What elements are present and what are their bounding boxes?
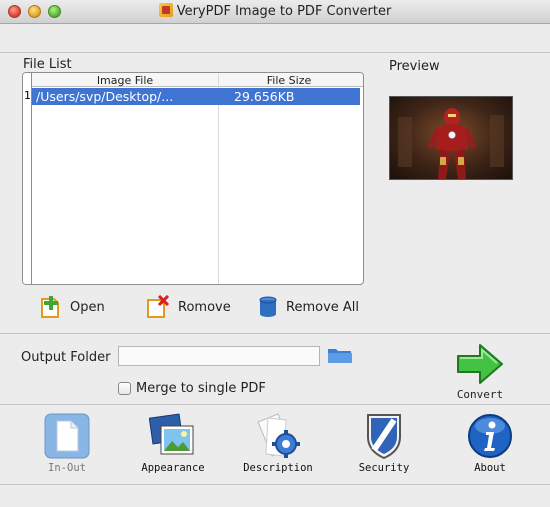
table-row[interactable]: /Users/svp/Desktop/... 29.656KB: [32, 88, 360, 105]
open-button[interactable]: Open: [40, 294, 105, 320]
merge-pdf-label: Merge to single PDF: [136, 381, 266, 396]
remove-all-button[interactable]: Remove All: [258, 294, 359, 320]
tab-security[interactable]: Security: [339, 412, 429, 478]
preview-label: Preview: [389, 59, 440, 74]
middle-divider: [0, 333, 550, 334]
armored-figure-picture: [398, 108, 504, 179]
file-list-table[interactable]: Image File File Size 1 /Users/svp/Deskto…: [22, 72, 364, 285]
remove-label: Romove: [178, 299, 231, 315]
tab-description-label: Description: [243, 462, 313, 474]
trash-icon: [259, 296, 277, 317]
convert-label: Convert: [456, 388, 504, 401]
info-icon: [468, 414, 512, 458]
tab-description[interactable]: Description: [233, 412, 323, 478]
open-label: Open: [70, 299, 105, 315]
folder-icon: [328, 349, 352, 363]
browse-folder-button[interactable]: [327, 345, 353, 365]
column-header-image-file[interactable]: Image File: [32, 74, 218, 87]
row-file-size: 29.656KB: [234, 89, 295, 104]
file-list-label: File List: [23, 57, 72, 72]
tab-appearance[interactable]: Appearance: [128, 412, 218, 478]
row-number-column: [23, 73, 32, 284]
tab-in-out[interactable]: In-Out: [22, 412, 112, 478]
output-folder-field[interactable]: [118, 346, 320, 366]
remove-file-icon: [147, 295, 170, 318]
title-bar: VeryPDF Image to PDF Converter: [0, 0, 550, 24]
remove-all-label: Remove All: [286, 299, 360, 315]
row-file-path: /Users/svp/Desktop/...: [36, 89, 174, 104]
settings-gear-icon: [257, 413, 300, 458]
top-divider: [0, 52, 550, 53]
tab-appearance-label: Appearance: [141, 462, 205, 474]
add-file-icon: [41, 296, 59, 318]
pictures-icon: [149, 413, 194, 455]
window-title-wrap: VeryPDF Image to PDF Converter: [0, 3, 550, 19]
merge-pdf-checkbox[interactable]: [118, 382, 131, 395]
shield-icon: [367, 414, 401, 460]
window-title: VeryPDF Image to PDF Converter: [176, 4, 392, 19]
tab-security-label: Security: [358, 462, 410, 474]
file-list-header: Image File File Size: [23, 73, 363, 87]
status-bar: [0, 484, 550, 507]
preview-image: [389, 96, 513, 180]
app-logo-icon: [158, 3, 173, 17]
document-icon: [44, 413, 90, 459]
tab-about-label: About: [474, 462, 506, 474]
column-header-file-size[interactable]: File Size: [219, 74, 359, 87]
row-number: 1: [24, 89, 31, 102]
remove-button[interactable]: Romove: [146, 294, 231, 320]
tab-in-out-label: In-Out: [48, 462, 86, 474]
right-arrow-icon: [457, 344, 503, 384]
toolbar-divider: [0, 404, 550, 405]
output-folder-label: Output Folder: [21, 350, 111, 365]
tab-about[interactable]: About: [445, 412, 535, 478]
